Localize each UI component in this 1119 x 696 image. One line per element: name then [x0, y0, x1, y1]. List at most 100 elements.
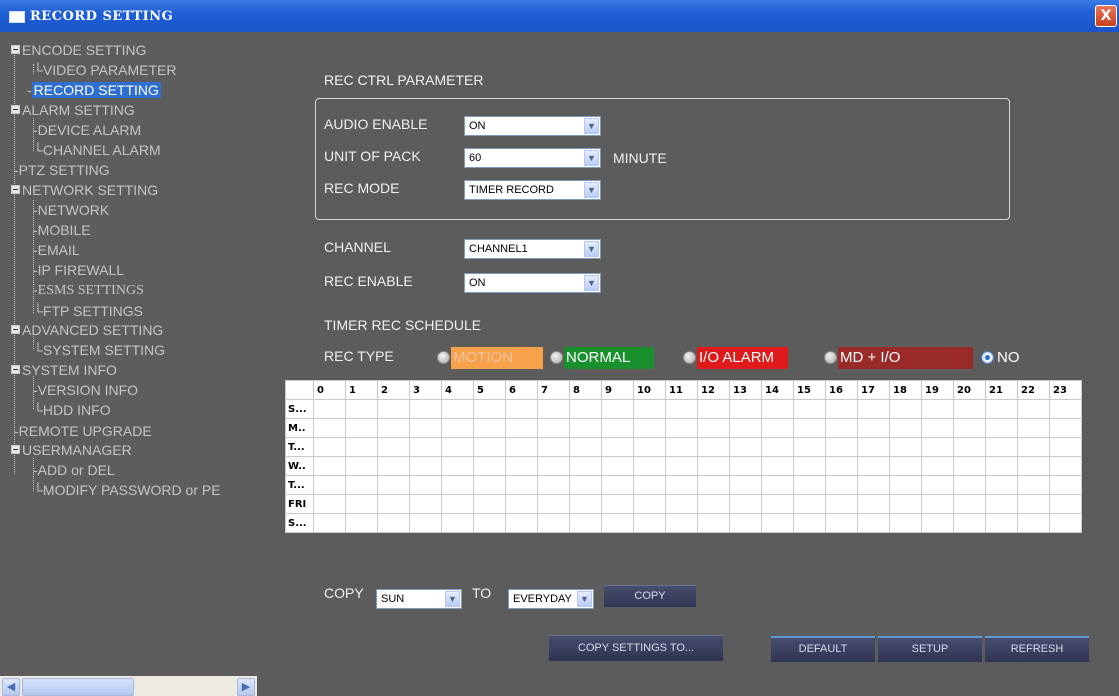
schedule-cell[interactable] [825, 513, 858, 533]
schedule-cell[interactable] [601, 494, 634, 514]
schedule-cell[interactable] [313, 475, 346, 495]
schedule-cell[interactable] [313, 456, 346, 476]
schedule-cell[interactable] [441, 494, 474, 514]
tree-item-esms-settings[interactable]: -ESMS SETTINGS [33, 283, 144, 299]
schedule-cell[interactable] [729, 456, 762, 476]
schedule-cell[interactable] [857, 475, 890, 495]
schedule-cell[interactable] [953, 437, 986, 457]
schedule-cell[interactable] [473, 494, 506, 514]
schedule-cell[interactable] [953, 418, 986, 438]
schedule-cell[interactable] [889, 494, 922, 514]
chevron-down-icon[interactable]: ▼ [584, 182, 599, 198]
schedule-cell[interactable] [473, 456, 506, 476]
schedule-cell[interactable] [313, 418, 346, 438]
schedule-cell[interactable] [441, 456, 474, 476]
schedule-cell[interactable] [857, 513, 890, 533]
schedule-cell[interactable] [761, 437, 794, 457]
schedule-cell[interactable] [665, 475, 698, 495]
schedule-cell[interactable] [441, 513, 474, 533]
schedule-cell[interactable] [1017, 513, 1050, 533]
schedule-cell[interactable] [345, 456, 378, 476]
rec-enable-select[interactable]: ON ▼ [464, 273, 601, 293]
chevron-down-icon[interactable]: ▼ [584, 118, 599, 134]
schedule-cell[interactable] [569, 399, 602, 419]
schedule-cell[interactable] [505, 456, 538, 476]
schedule-cell[interactable] [1049, 399, 1082, 419]
schedule-cell[interactable] [985, 437, 1018, 457]
schedule-cell[interactable] [793, 399, 826, 419]
schedule-cell[interactable] [441, 399, 474, 419]
schedule-cell[interactable] [409, 437, 442, 457]
close-button[interactable]: X [1095, 5, 1117, 27]
schedule-cell[interactable] [1017, 456, 1050, 476]
chevron-down-icon[interactable]: ▼ [584, 275, 599, 291]
schedule-cell[interactable] [921, 437, 954, 457]
schedule-cell[interactable] [761, 513, 794, 533]
schedule-cell[interactable] [409, 494, 442, 514]
schedule-cell[interactable] [825, 399, 858, 419]
schedule-cell[interactable] [697, 399, 730, 419]
schedule-cell[interactable] [633, 399, 666, 419]
schedule-cell[interactable] [889, 437, 922, 457]
schedule-cell[interactable] [953, 494, 986, 514]
schedule-cell[interactable] [377, 494, 410, 514]
rec-type-no-label[interactable]: NO [995, 347, 1035, 369]
schedule-cell[interactable] [409, 475, 442, 495]
schedule-cell[interactable] [921, 494, 954, 514]
rec-type-io-alarm-swatch[interactable]: I/O ALARM [697, 347, 788, 369]
schedule-cell[interactable] [729, 513, 762, 533]
schedule-cell[interactable] [697, 513, 730, 533]
schedule-cell[interactable] [601, 456, 634, 476]
copy-to-select[interactable]: EVERYDAY ▼ [508, 589, 594, 609]
schedule-cell[interactable] [313, 513, 346, 533]
rec-mode-select[interactable]: TIMER RECORD ▼ [464, 180, 601, 200]
schedule-cell[interactable] [505, 418, 538, 438]
schedule-cell[interactable] [729, 475, 762, 495]
rec-type-motion-radio[interactable] [437, 351, 450, 364]
schedule-cell[interactable] [473, 418, 506, 438]
tree-item-alarm-setting[interactable]: ALARM SETTING [11, 102, 135, 118]
schedule-cell[interactable] [761, 418, 794, 438]
schedule-cell[interactable] [985, 399, 1018, 419]
tree-item-remote-upgrade[interactable]: -REMOTE UPGRADE [14, 423, 152, 439]
setup-button[interactable]: SETUP [878, 636, 982, 662]
schedule-cell[interactable] [889, 418, 922, 438]
schedule-cell[interactable] [857, 418, 890, 438]
collapse-icon[interactable] [11, 185, 20, 194]
schedule-cell[interactable] [345, 494, 378, 514]
schedule-cell[interactable] [985, 456, 1018, 476]
schedule-cell[interactable] [793, 456, 826, 476]
schedule-cell[interactable] [601, 418, 634, 438]
schedule-cell[interactable] [377, 418, 410, 438]
schedule-cell[interactable] [537, 437, 570, 457]
schedule-cell[interactable] [377, 437, 410, 457]
tree-item-encode-setting[interactable]: ENCODE SETTING [11, 42, 146, 58]
schedule-cell[interactable] [505, 399, 538, 419]
schedule-cell[interactable] [761, 399, 794, 419]
schedule-cell[interactable] [729, 418, 762, 438]
schedule-cell[interactable] [313, 399, 346, 419]
schedule-cell[interactable] [601, 475, 634, 495]
schedule-cell[interactable] [985, 418, 1018, 438]
tree-item-network[interactable]: -NETWORK [33, 202, 109, 218]
schedule-cell[interactable] [1017, 418, 1050, 438]
schedule-cell[interactable] [569, 418, 602, 438]
schedule-cell[interactable] [953, 513, 986, 533]
schedule-cell[interactable] [537, 399, 570, 419]
collapse-icon[interactable] [11, 445, 20, 454]
rec-type-io-alarm-radio[interactable] [683, 351, 696, 364]
schedule-cell[interactable] [473, 475, 506, 495]
tree-item-advanced-setting[interactable]: ADVANCED SETTING [11, 322, 163, 338]
copy-from-select[interactable]: SUN ▼ [376, 589, 462, 609]
schedule-cell[interactable] [697, 418, 730, 438]
schedule-cell[interactable] [953, 399, 986, 419]
schedule-cell[interactable] [377, 456, 410, 476]
schedule-cell[interactable] [761, 494, 794, 514]
schedule-cell[interactable] [345, 399, 378, 419]
scrollbar-thumb[interactable] [22, 678, 134, 696]
schedule-cell[interactable] [409, 456, 442, 476]
collapse-icon[interactable] [11, 105, 20, 114]
chevron-down-icon[interactable]: ▼ [584, 150, 599, 166]
tree-item-email[interactable]: -EMAIL [33, 242, 80, 258]
schedule-cell[interactable] [825, 494, 858, 514]
